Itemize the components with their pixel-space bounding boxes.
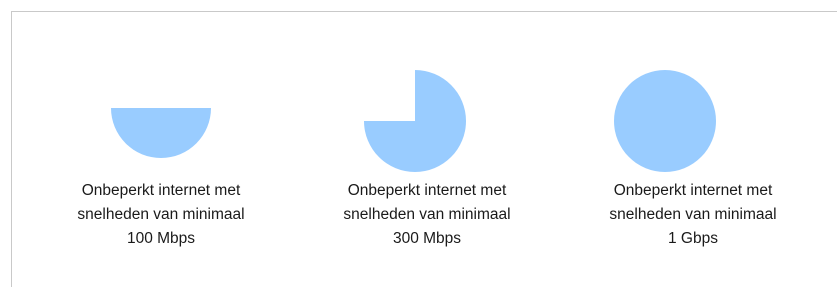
caption-speed: 300 Mbps: [392, 230, 462, 247]
caption-line-2: snelheden van minimaal: [343, 206, 511, 223]
caption-line-1: Onbeperkt internet met: [81, 182, 241, 199]
speed-tier-caption: Onbeperkt internet met snelheden van min…: [297, 179, 557, 251]
speed-tier-caption: Onbeperkt internet met snelheden van min…: [31, 179, 291, 251]
speed-tier-caption: Onbeperkt internet met snelheden van min…: [563, 179, 823, 251]
caption-speed: 1 Gbps: [668, 230, 718, 247]
caption-line-1: Onbeperkt internet met: [613, 182, 773, 199]
pie-indicator-full-icon: [614, 70, 716, 172]
pie-indicator-three-quarters-fill: [364, 70, 466, 172]
pie-indicator-half-icon: [111, 108, 211, 158]
pie-indicator-half-fill: [111, 108, 211, 158]
caption-line-2: snelheden van minimaal: [609, 206, 777, 223]
pie-indicator-full-fill: [614, 70, 716, 172]
caption-line-2: snelheden van minimaal: [77, 206, 245, 223]
pie-indicator-three-quarters-icon: [364, 70, 466, 172]
speed-tiers-panel: Onbeperkt internet met snelheden van min…: [11, 11, 837, 287]
caption-line-1: Onbeperkt internet met: [347, 182, 507, 199]
caption-speed: 100 Mbps: [126, 230, 196, 247]
